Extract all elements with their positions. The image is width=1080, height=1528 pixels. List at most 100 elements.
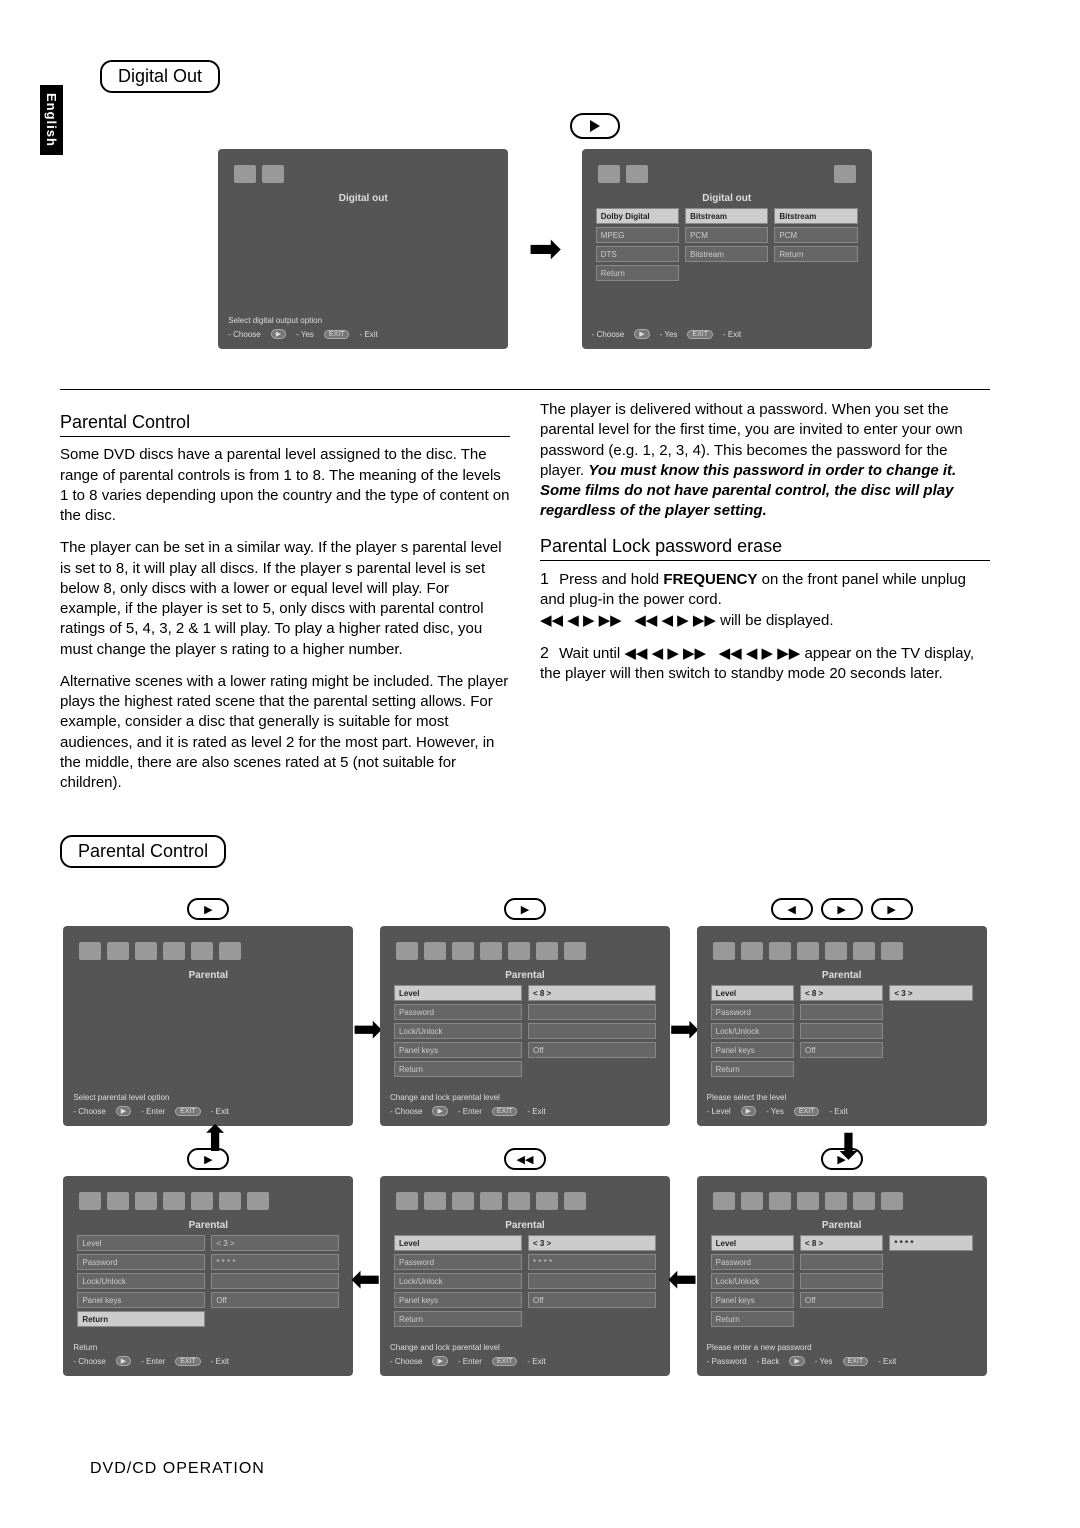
osd-cell: Return [711, 1311, 794, 1327]
body-text: Alternative scenes with a lower rating m… [60, 672, 510, 794]
osd-cell: Panel keys [394, 1292, 522, 1308]
play-pill-icon: ▶ [116, 1356, 131, 1366]
osd-cell: < 8 > [800, 985, 883, 1001]
exit-pill-icon: EXIT [175, 1357, 201, 1366]
osd-title: Parental [73, 1220, 343, 1231]
play-pill-icon: ▶ [116, 1106, 131, 1116]
osd-parental-2: Parental Level Password Lock/Unlock Pane… [380, 926, 670, 1126]
osd-parental-5: Parental Level Password Lock/Unlock Pane… [380, 1176, 670, 1376]
osd-hint: - Yes [296, 330, 314, 339]
osd-cell: Return [711, 1061, 794, 1077]
osd-cell: Lock/Unlock [77, 1273, 205, 1289]
osd-hint: - Exit [527, 1107, 545, 1116]
osd-digital-out-1: Digital out Select digital output option… [218, 149, 508, 349]
osd-hint: - Choose [390, 1107, 422, 1116]
osd-cell: Level [711, 985, 794, 1001]
osd-cell: * * * * [528, 1254, 656, 1270]
osd-parental-1: Parental Select parental level option - … [63, 926, 353, 1126]
osd-parental-4: Parental Level Password Lock/Unlock Pane… [697, 1176, 987, 1376]
rewind-icons: ◀◀ ◀ ▶ ▶▶ ◀◀ ◀ ▶ ▶▶ [540, 612, 716, 629]
osd-cell: Level [394, 1235, 522, 1251]
osd-hint-text: Return [73, 1343, 343, 1352]
osd-title: Parental [707, 970, 977, 981]
play-button-icon: ▶ [504, 898, 546, 920]
play-pill-icon: ▶ [634, 329, 649, 339]
osd-title: Digital out [592, 193, 862, 204]
play-pill-icon: ▶ [432, 1356, 447, 1366]
page-footer: DVD/CD OPERATION [90, 1460, 265, 1478]
right-button-icon: ▶ [821, 898, 863, 920]
osd-hint: - Yes [815, 1357, 833, 1366]
osd-cell [528, 1004, 656, 1020]
osd-cell: Panel keys [711, 1292, 794, 1308]
digital-out-label: Digital Out [100, 60, 220, 93]
osd-cell [211, 1273, 339, 1289]
osd-cell: Level [394, 985, 522, 1001]
osd-cell: Return [774, 246, 857, 262]
osd-cell: DTS [596, 246, 679, 262]
osd-title: Parental [73, 970, 343, 981]
body-text: Some DVD discs have a parental level ass… [60, 445, 510, 526]
language-tab: English [40, 85, 63, 155]
osd-cell: Bitstream [685, 208, 768, 224]
osd-cell: < 8 > [800, 1235, 883, 1251]
osd-cell: Dolby Digital [596, 208, 679, 224]
osd-title: Parental [390, 1220, 660, 1231]
osd-hint: - Exit [359, 330, 377, 339]
osd-cell [800, 1273, 883, 1289]
osd-cell: Return [394, 1311, 522, 1327]
osd-cell: Lock/Unlock [394, 1023, 522, 1039]
osd-cell: MPEG [596, 227, 679, 243]
osd-cell: Level [77, 1235, 205, 1251]
rewind-button-icon: ◀◀ [504, 1148, 546, 1170]
play-pill-icon: ▶ [789, 1356, 804, 1366]
play-pill-icon: ▶ [432, 1106, 447, 1116]
osd-cell: Lock/Unlock [394, 1273, 522, 1289]
osd-title: Parental [707, 1220, 977, 1231]
osd-cell: * * * * [889, 1235, 972, 1251]
osd-hint: - Yes [660, 330, 678, 339]
divider [60, 389, 990, 390]
step-1: 1 Press and hold FREQUENCY on the front … [540, 569, 990, 631]
osd-hint: - Yes [766, 1107, 784, 1116]
osd-cell: Level [711, 1235, 794, 1251]
osd-cell: Lock/Unlock [711, 1023, 794, 1039]
arrow-left-icon: ⬅ [667, 1258, 697, 1300]
osd-cell: Password [394, 1004, 522, 1020]
osd-cell: Bitstream [774, 208, 857, 224]
osd-cell: Off [528, 1292, 656, 1308]
osd-hint: - Back [757, 1357, 780, 1366]
osd-hint: - Enter [458, 1357, 482, 1366]
osd-hint: - Password [707, 1357, 747, 1366]
exit-pill-icon: EXIT [843, 1357, 869, 1366]
osd-hint-text: Change and lock parental level [390, 1343, 660, 1352]
osd-parental-3: Parental Level Password Lock/Unlock Pane… [697, 926, 987, 1126]
osd-hint: - Choose [73, 1107, 105, 1116]
osd-cell: < 8 > [528, 985, 656, 1001]
osd-hint: - Enter [141, 1107, 165, 1116]
osd-cell: Panel keys [394, 1042, 522, 1058]
play-pill-icon: ▶ [271, 329, 286, 339]
play-button-icon: ▶ [821, 1148, 863, 1170]
osd-hint: - Level [707, 1107, 731, 1116]
osd-hint: - Exit [878, 1357, 896, 1366]
osd-hint-text: Select parental level option [73, 1093, 343, 1102]
osd-hint-text: Change and lock parental level [390, 1093, 660, 1102]
osd-cell [528, 1023, 656, 1039]
osd-hint: - Exit [829, 1107, 847, 1116]
osd-hint: - Choose [73, 1357, 105, 1366]
exit-pill-icon: EXIT [492, 1357, 518, 1366]
parental-control-label: Parental Control [60, 835, 226, 868]
left-button-icon: ◀ [771, 898, 813, 920]
osd-cell: Return [77, 1311, 205, 1327]
arrow-up-icon: ⬆ [200, 1118, 230, 1160]
osd-hint: - Exit [211, 1107, 229, 1116]
arrow-right-icon: ➡ [528, 226, 562, 272]
osd-cell: Return [596, 265, 679, 281]
osd-hint-text: Please select the level [707, 1093, 977, 1102]
parental-lock-heading: Parental Lock password erase [540, 534, 990, 561]
exit-pill-icon: EXIT [492, 1107, 518, 1116]
exit-pill-icon: EXIT [687, 330, 713, 339]
osd-cell: Password [711, 1004, 794, 1020]
osd-cell [800, 1004, 883, 1020]
